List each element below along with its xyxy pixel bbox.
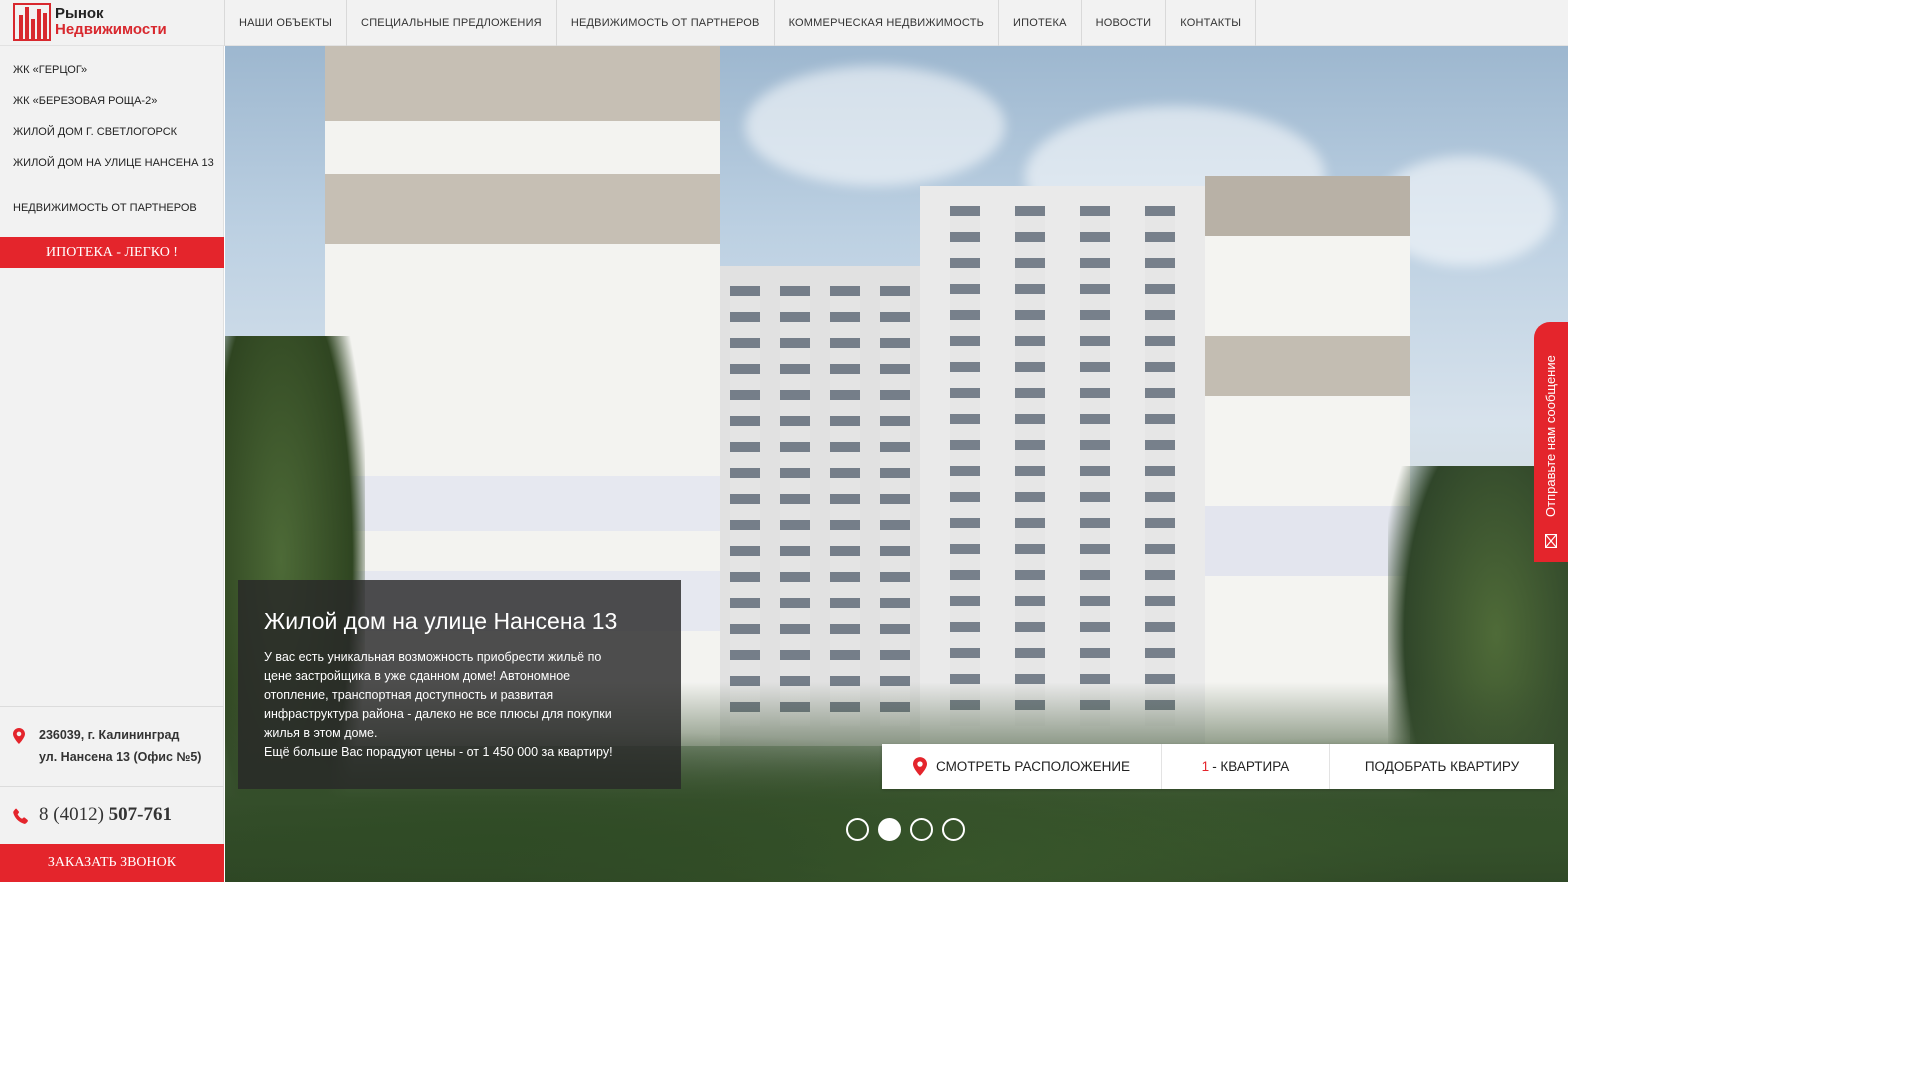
nav-mortgage[interactable]: ИПОТЕКА [999, 0, 1082, 46]
sidebar: ЖК «ГЕРЦОГ» ЖК «БЕРЕЗОВАЯ РОЩА-2» ЖИЛОЙ … [0, 46, 224, 882]
building-image [720, 266, 920, 746]
slide-text-line: Ещё больше Вас порадуют цены - от 1 450 … [264, 745, 613, 759]
slide-text-line: отопление, транспортная доступность и ра… [264, 688, 554, 702]
office-address: 236039, г. Калининград ул. Нансена 13 (О… [39, 724, 201, 768]
nav-contacts[interactable]: КОНТАКТЫ [1166, 0, 1257, 46]
phone-number[interactable]: 8 (4012) 507-761 [39, 804, 172, 826]
slide-text-line: цене застройщика в уже сданном доме! Авт… [264, 669, 571, 683]
building-image [920, 186, 1210, 746]
phone-icon [13, 808, 28, 824]
apartments-count-number: 1 [1201, 759, 1210, 774]
view-location-label: СМОТРЕТЬ РАСПОЛОЖЕНИЕ [935, 759, 1131, 774]
nav-our-objects[interactable]: НАШИ ОБЪЕКТЫ [224, 0, 348, 46]
logo-text: Рынок Недвижимости [55, 6, 167, 38]
sidebar-divider [0, 786, 224, 787]
hero-slider: Жилой дом на улице Нансена 13 У вас есть… [225, 46, 1568, 882]
slide-description: У вас есть уникальная возможность приобр… [264, 648, 655, 762]
mail-icon [1545, 534, 1557, 548]
address-line-2: ул. Нансена 13 (Офис №5) [39, 750, 202, 764]
slide-info-box: Жилой дом на улице Нансена 13 У вас есть… [238, 580, 681, 789]
slide-text-line: инфраструктура района - далеко не все пл… [264, 707, 612, 721]
logo-mark-icon [13, 3, 51, 41]
map-pin-icon [13, 728, 25, 744]
mortgage-button[interactable]: ИПОТЕКА - ЛЕГКО ! [0, 237, 224, 268]
apartments-count[interactable]: 1 - КВАРТИРА [1162, 744, 1330, 789]
feedback-tab[interactable]: Отправьте нам сообщение [1534, 322, 1568, 562]
view-location-button[interactable]: СМОТРЕТЬ РАСПОЛОЖЕНИЕ [882, 744, 1162, 789]
slide-text-line: У вас есть уникальная возможность приобр… [264, 650, 602, 664]
slider-dot[interactable] [910, 818, 933, 841]
top-bar: Рынок Недвижимости НАШИ ОБЪЕКТЫ СПЕЦИАЛЬ… [0, 0, 1568, 46]
sidebar-item-berezovaya[interactable]: ЖК «БЕРЕЗОВАЯ РОЩА-2» [13, 95, 157, 107]
building-image [1205, 176, 1410, 746]
sky-cloud [745, 66, 1005, 186]
sidebar-item-svetlogorsk[interactable]: ЖИЛОЙ ДОМ Г. СВЕТЛОГОРСК [13, 126, 177, 138]
slide-text-line: жилья в этом доме. [264, 726, 378, 740]
map-pin-icon [912, 757, 927, 776]
nav-news[interactable]: НОВОСТИ [1082, 0, 1167, 46]
slider-dot-active[interactable] [878, 818, 901, 841]
nav-commercial-realty[interactable]: КОММЕРЧЕСКАЯ НЕДВИЖИМОСТЬ [775, 0, 1000, 46]
logo-line-1: Рынок [55, 5, 104, 22]
nav-partners-realty[interactable]: НЕДВИЖИМОСТЬ ОТ ПАРТНЕРОВ [557, 0, 775, 46]
pick-apartment-button[interactable]: ПОДОБРАТЬ КВАРТИРУ [1330, 744, 1554, 789]
slide-title: Жилой дом на улице Нансена 13 [264, 608, 618, 634]
phone-main: 507-761 [108, 804, 172, 825]
sidebar-item-partners[interactable]: НЕДВИЖИМОСТЬ ОТ ПАРТНЕРОВ [13, 202, 197, 214]
sidebar-item-nansena[interactable]: ЖИЛОЙ ДОМ НА УЛИЦЕ НАНСЕНА 13 [13, 157, 214, 169]
feedback-tab-label: Отправьте нам сообщение [1543, 355, 1558, 517]
address-line-1: 236039, г. Калининград [39, 728, 180, 742]
slider-dot[interactable] [942, 818, 965, 841]
slider-pagination [846, 818, 965, 841]
order-call-button[interactable]: ЗАКАЗАТЬ ЗВОНОК [0, 844, 224, 882]
apartments-count-label: - КВАРТИРА [1212, 759, 1290, 774]
phone-prefix: 8 (4012) [39, 804, 109, 825]
sidebar-item-gercog[interactable]: ЖК «ГЕРЦОГ» [13, 64, 87, 76]
slider-dot[interactable] [846, 818, 869, 841]
main-nav: НАШИ ОБЪЕКТЫ СПЕЦИАЛЬНЫЕ ПРЕДЛОЖЕНИЯ НЕД… [224, 0, 1257, 46]
slide-action-bar: СМОТРЕТЬ РАСПОЛОЖЕНИЕ 1 - КВАРТИРА ПОДОБ… [882, 744, 1554, 789]
sidebar-divider [0, 706, 224, 707]
logo-line-2: Недвижимости [55, 21, 167, 38]
nav-special-offers[interactable]: СПЕЦИАЛЬНЫЕ ПРЕДЛОЖЕНИЯ [347, 0, 557, 46]
site-logo[interactable]: Рынок Недвижимости [13, 2, 213, 42]
